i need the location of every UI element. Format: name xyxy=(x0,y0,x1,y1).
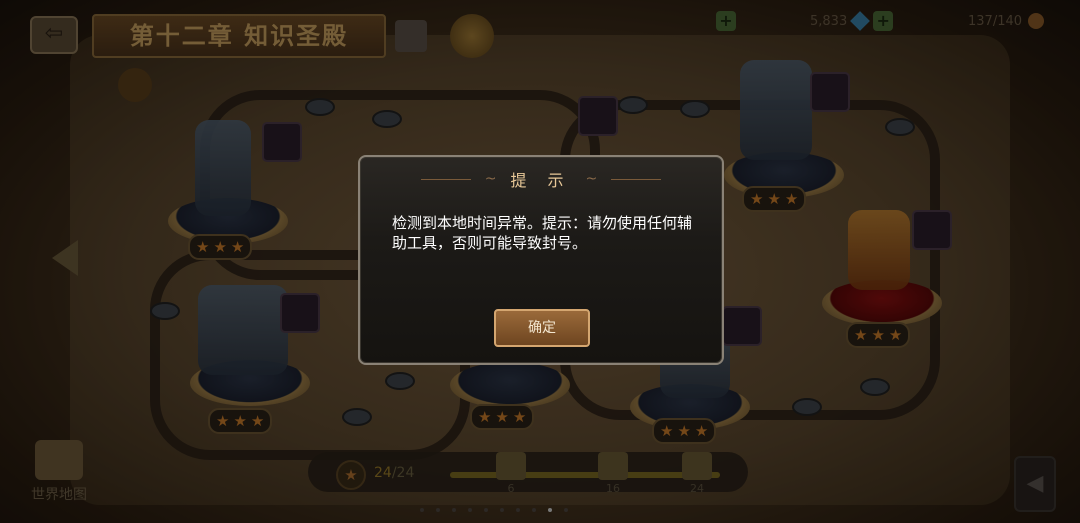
ornament-swirl-icon: ~ xyxy=(484,171,497,187)
dialog-message: 检测到本地时间异常。提示：请勿使用任何辅助工具，否则可能导致封号。 xyxy=(392,214,693,252)
confirm-button[interactable]: 确定 xyxy=(494,309,590,347)
alert-dialog: ~ 提 示 ~ 检测到本地时间异常。提示：请勿使用任何辅助工具，否则可能导致封号… xyxy=(358,155,724,365)
dialog-title: 提 示 xyxy=(510,171,572,190)
dialog-header: ~ 提 示 ~ xyxy=(360,165,722,193)
ornament-line xyxy=(611,178,662,180)
ornament-swirl-icon: ~ xyxy=(585,171,598,187)
ornament-line xyxy=(420,178,471,180)
